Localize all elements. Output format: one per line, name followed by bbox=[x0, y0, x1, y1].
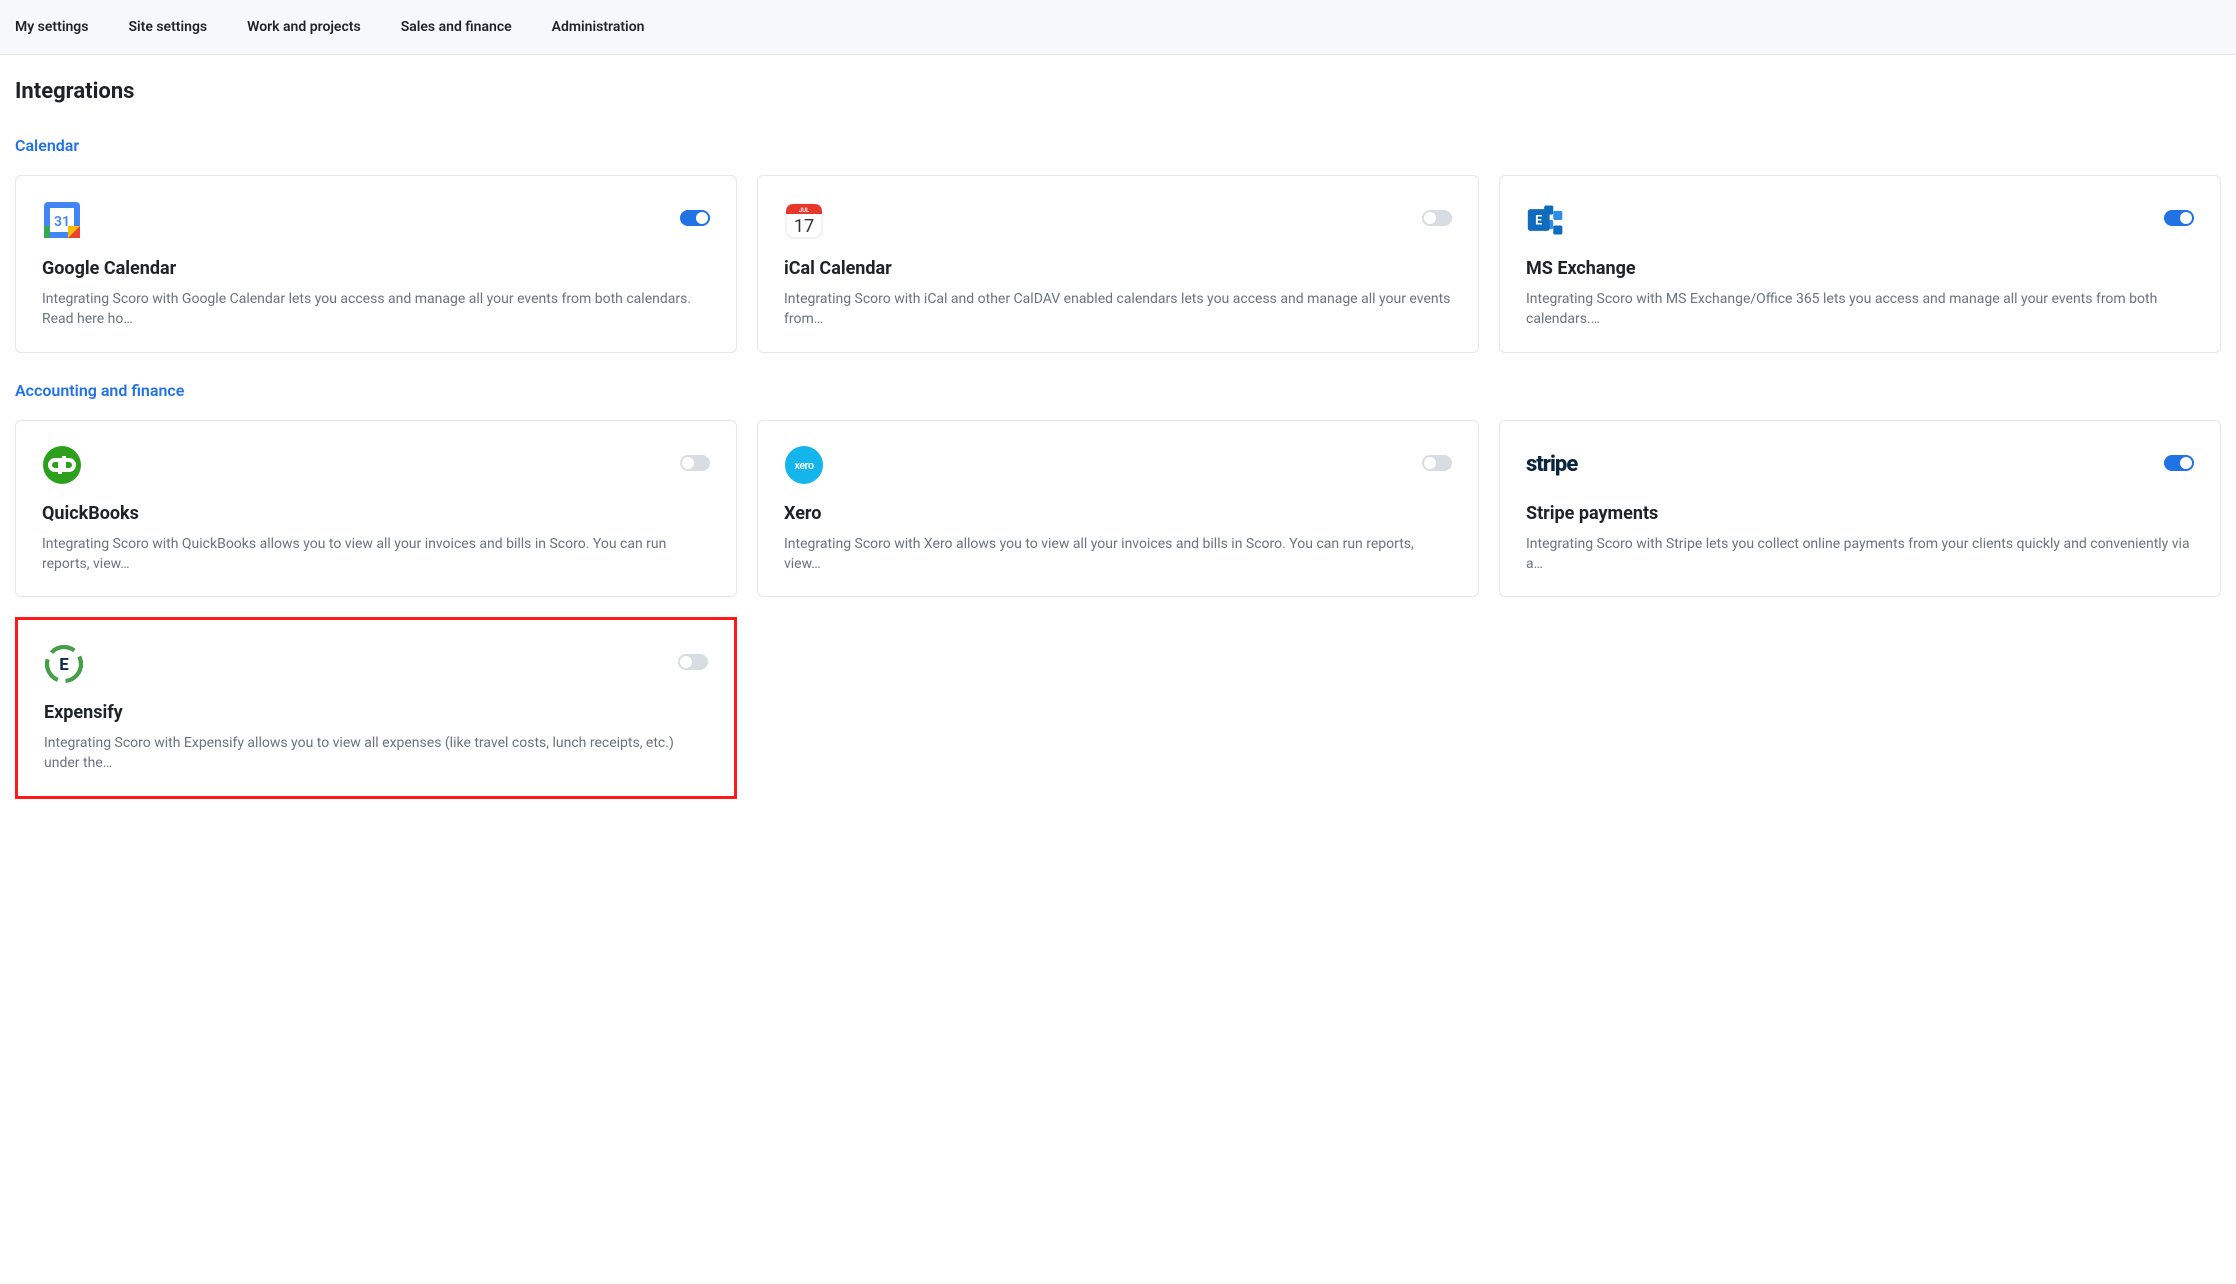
card-title: Expensify bbox=[44, 702, 708, 723]
ms-exchange-icon: E bbox=[1526, 200, 1566, 240]
toggle-google-calendar[interactable] bbox=[680, 210, 710, 226]
card-desc: Integrating Scoro with MS Exchange/Offic… bbox=[1526, 289, 2194, 330]
toggle-ms-exchange[interactable] bbox=[2164, 210, 2194, 226]
nav-site-settings[interactable]: Site settings bbox=[128, 19, 207, 35]
card-expensify[interactable]: E Expensify Integrating Scoro with Expen… bbox=[15, 617, 737, 799]
card-ms-exchange[interactable]: E MS Exchange Integrating Scoro with MS … bbox=[1499, 175, 2221, 353]
svg-text:E: E bbox=[59, 655, 69, 675]
google-calendar-icon: 31 bbox=[42, 200, 82, 240]
card-stripe[interactable]: stripe Stripe payments Integrating Scoro… bbox=[1499, 420, 2221, 598]
card-title: MS Exchange bbox=[1526, 258, 2194, 279]
svg-text:xero: xero bbox=[794, 459, 814, 472]
xero-icon: xero bbox=[784, 445, 824, 485]
card-title: Stripe payments bbox=[1526, 503, 2194, 524]
card-desc: Integrating Scoro with QuickBooks allows… bbox=[42, 534, 710, 575]
svg-text:E: E bbox=[1535, 214, 1542, 229]
toggle-expensify[interactable] bbox=[678, 654, 708, 670]
toggle-stripe[interactable] bbox=[2164, 455, 2194, 471]
card-desc: Integrating Scoro with Stripe lets you c… bbox=[1526, 534, 2194, 575]
top-nav: My settings Site settings Work and proje… bbox=[0, 0, 2236, 55]
calendar-grid: 31 Google Calendar Integrating Scoro wit… bbox=[15, 175, 2221, 353]
card-title: iCal Calendar bbox=[784, 258, 1452, 279]
quickbooks-icon bbox=[42, 445, 82, 485]
ical-icon: JUL 17 bbox=[784, 200, 824, 240]
nav-my-settings[interactable]: My settings bbox=[15, 19, 88, 35]
card-desc: Integrating Scoro with Google Calendar l… bbox=[42, 289, 710, 330]
card-xero[interactable]: xero Xero Integrating Scoro with Xero al… bbox=[757, 420, 1479, 598]
svg-text:stripe: stripe bbox=[1526, 452, 1578, 477]
card-title: Xero bbox=[784, 503, 1452, 524]
card-title: Google Calendar bbox=[42, 258, 710, 279]
expensify-icon: E bbox=[44, 644, 84, 684]
card-desc: Integrating Scoro with Expensify allows … bbox=[44, 733, 708, 774]
toggle-quickbooks[interactable] bbox=[680, 455, 710, 471]
card-desc: Integrating Scoro with iCal and other Ca… bbox=[784, 289, 1452, 330]
toggle-ical[interactable] bbox=[1422, 210, 1452, 226]
svg-text:31: 31 bbox=[54, 214, 70, 230]
nav-administration[interactable]: Administration bbox=[552, 19, 645, 35]
card-desc: Integrating Scoro with Xero allows you t… bbox=[784, 534, 1452, 575]
svg-text:JUL: JUL bbox=[799, 207, 810, 214]
card-google-calendar[interactable]: 31 Google Calendar Integrating Scoro wit… bbox=[15, 175, 737, 353]
section-calendar-title: Calendar bbox=[15, 136, 2221, 155]
card-title: QuickBooks bbox=[42, 503, 710, 524]
nav-sales-finance[interactable]: Sales and finance bbox=[401, 19, 512, 35]
toggle-xero[interactable] bbox=[1422, 455, 1452, 471]
section-accounting-title: Accounting and finance bbox=[15, 381, 2221, 400]
accounting-grid: QuickBooks Integrating Scoro with QuickB… bbox=[15, 420, 2221, 799]
stripe-icon: stripe bbox=[1526, 445, 1590, 485]
nav-work-projects[interactable]: Work and projects bbox=[247, 19, 361, 35]
card-quickbooks[interactable]: QuickBooks Integrating Scoro with QuickB… bbox=[15, 420, 737, 598]
svg-text:17: 17 bbox=[794, 216, 814, 237]
page-title: Integrations bbox=[15, 79, 2221, 104]
card-ical[interactable]: JUL 17 iCal Calendar Integrating Scoro w… bbox=[757, 175, 1479, 353]
